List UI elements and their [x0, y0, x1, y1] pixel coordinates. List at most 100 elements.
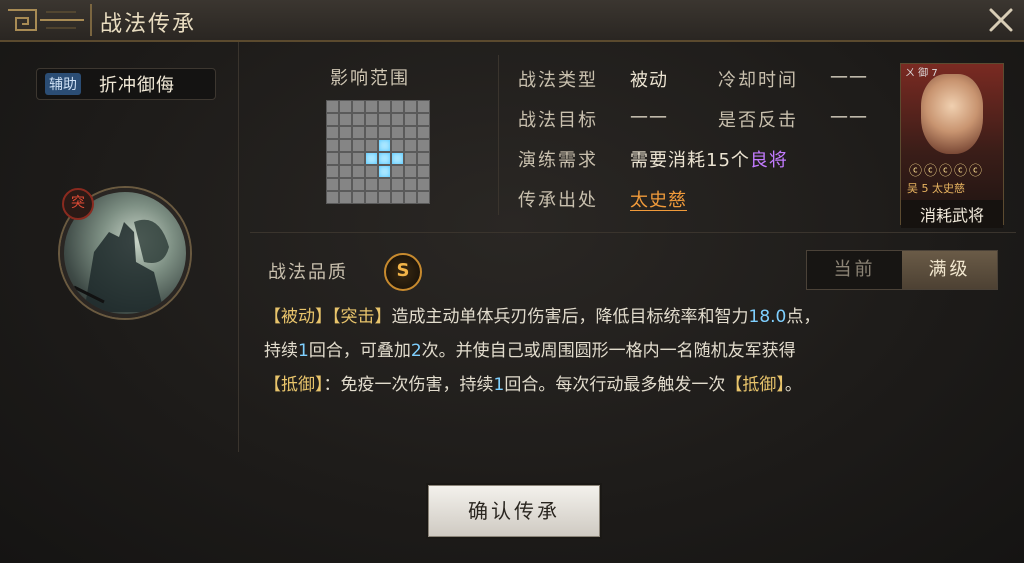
- desc-number: 1: [298, 341, 309, 361]
- train-value: 需要消耗15个良将: [630, 146, 788, 172]
- range-cell: [417, 126, 430, 139]
- range-cell: [404, 100, 417, 113]
- range-cell: [417, 113, 430, 126]
- range-cell-active: [378, 139, 391, 152]
- confirm-inherit-button[interactable]: 确认传承: [428, 485, 600, 537]
- range-cell: [378, 100, 391, 113]
- range-cell: [352, 113, 365, 126]
- range-cell: [417, 165, 430, 178]
- tab-max-level[interactable]: 满级: [902, 251, 997, 289]
- range-cell: [391, 178, 404, 191]
- range-cell: [365, 126, 378, 139]
- range-cell: [326, 126, 339, 139]
- range-cell: [404, 191, 417, 204]
- range-cell: [391, 100, 404, 113]
- cooldown-value: ——: [830, 66, 868, 87]
- general-portrait-card[interactable]: ㄨ 御 7 ⓒⓒⓒⓒⓒ 吴 5 太史慈 消耗武将: [900, 63, 1004, 228]
- cooldown-label: 冷却时间: [718, 70, 798, 91]
- range-cell: [352, 191, 365, 204]
- range-cell: [417, 152, 430, 165]
- train-count: 15: [706, 150, 731, 171]
- desc-line-2: 持续1回合，可叠加2次。并使自己或周围圆形一格内一名随机友军获得: [264, 334, 994, 368]
- range-cell: [326, 100, 339, 113]
- range-cell: [365, 113, 378, 126]
- title-separator: [90, 4, 92, 36]
- divider-vertical: [498, 55, 499, 215]
- portrait-info: 吴 5 太史慈: [907, 182, 965, 195]
- range-cell: [391, 165, 404, 178]
- close-icon[interactable]: [986, 6, 1016, 34]
- desc-number: 2: [410, 341, 422, 361]
- range-cell: [339, 139, 352, 152]
- quality-label: 战法品质: [268, 262, 348, 283]
- desc-text: 造成主动单体兵刃伤害后，降低目标统率和智力: [391, 307, 749, 327]
- kw-assault: 【突击】: [332, 307, 392, 327]
- range-cell: [326, 178, 339, 191]
- range-cell: [365, 139, 378, 152]
- range-cell: [404, 152, 417, 165]
- range-cell: [404, 165, 417, 178]
- range-cell: [326, 113, 339, 126]
- desc-line-1: 【被动】【突击】造成主动单体兵刃伤害后，降低目标统率和智力18.0点，: [264, 300, 994, 334]
- portrait-tag: 消耗武将: [901, 200, 1003, 228]
- train-item: 良将: [749, 150, 788, 171]
- range-cell: [352, 126, 365, 139]
- range-cell: [339, 152, 352, 165]
- portrait-stars: ⓒⓒⓒⓒⓒ: [909, 164, 985, 179]
- range-cell: [339, 191, 352, 204]
- range-cell: [352, 165, 365, 178]
- divider-horizontal: [250, 232, 1016, 233]
- kw-resist: 【抵御】: [264, 375, 324, 395]
- dialog-frame: 战法传承 辅助 折冲御侮 突 影响范围 战法类型 被动 冷却时间 —— 战法目标…: [0, 0, 1024, 563]
- range-cell: [339, 165, 352, 178]
- skill-panel: 辅助 折冲御侮 突: [0, 42, 239, 452]
- range-label: 影响范围: [330, 68, 410, 89]
- range-cell: [378, 126, 391, 139]
- range-cell: [378, 191, 391, 204]
- skill-name-tag: 辅助 折冲御侮: [36, 68, 216, 100]
- range-cell: [339, 100, 352, 113]
- window-title: 战法传承: [100, 12, 197, 37]
- range-cell-active: [378, 165, 391, 178]
- source-link[interactable]: 太史慈: [630, 186, 687, 212]
- range-cell: [404, 139, 417, 152]
- tab-current[interactable]: 当前: [807, 251, 902, 289]
- title-ornament-icon: [8, 9, 84, 31]
- range-cell: [404, 178, 417, 191]
- target-label: 战法目标: [518, 110, 598, 131]
- type-value: 被动: [630, 70, 668, 91]
- range-cell: [378, 178, 391, 191]
- general-portrait: [921, 74, 983, 154]
- desc-number: 18.0: [748, 307, 787, 327]
- skill-description: 【被动】【突击】造成主动单体兵刃伤害后，降低目标统率和智力18.0点， 持续1回…: [264, 300, 994, 402]
- desc-text: 次。并使自己或周围圆形一格内一名随机友军获得: [421, 341, 796, 361]
- range-grid: [326, 100, 430, 204]
- range-cell: [365, 100, 378, 113]
- range-cell: [391, 126, 404, 139]
- desc-text: 回合，可叠加: [308, 341, 411, 361]
- skill-badge: 突: [62, 188, 94, 220]
- range-cell: [326, 165, 339, 178]
- target-value: ——: [630, 106, 668, 127]
- range-cell: [326, 139, 339, 152]
- type-label: 战法类型: [518, 70, 598, 91]
- range-cell-active: [378, 152, 391, 165]
- title-bar: 战法传承: [0, 0, 1024, 42]
- range-cell: [352, 178, 365, 191]
- range-cell: [378, 113, 391, 126]
- train-prefix: 需要消耗: [630, 150, 706, 171]
- skill-type-tag: 辅助: [45, 73, 81, 95]
- skill-name: 折冲御侮: [99, 75, 175, 96]
- kw-resist: 【抵御】: [725, 375, 785, 395]
- range-cell: [417, 178, 430, 191]
- range-cell: [391, 113, 404, 126]
- range-cell: [352, 139, 365, 152]
- range-cell: [365, 178, 378, 191]
- desc-number: 1: [493, 375, 505, 395]
- source-label: 传承出处: [518, 190, 598, 211]
- range-cell-active: [391, 152, 404, 165]
- desc-text: 点，: [786, 307, 821, 327]
- quality-grade-badge: S: [384, 253, 422, 291]
- range-cell: [417, 139, 430, 152]
- range-cell: [365, 191, 378, 204]
